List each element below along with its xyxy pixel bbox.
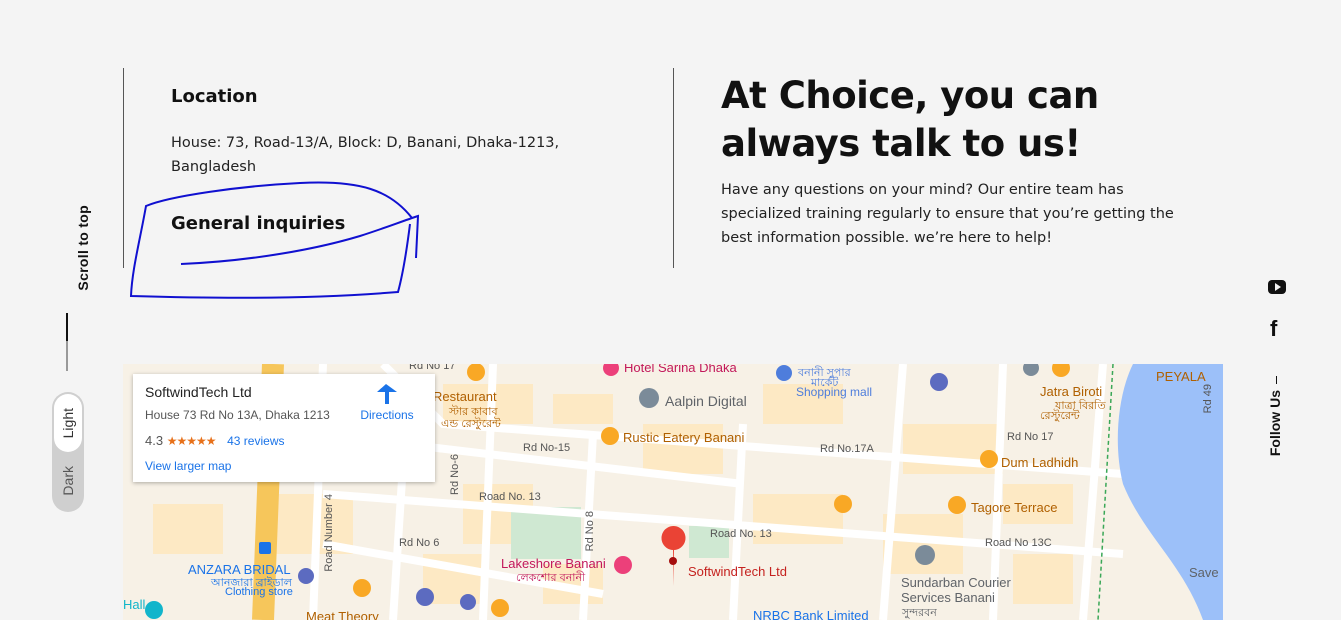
map-label-clothing: Clothing store: [225, 586, 293, 598]
map-label-hotel[interactable]: Hotel Sarina Dhaka: [624, 364, 737, 375]
scroll-to-top-label: Scroll to top: [75, 205, 91, 291]
directions-label: Directions: [360, 408, 414, 422]
place-address: House 73 Rd No 13A, Dhaka 1213: [145, 408, 330, 422]
road-label: Rd No-15: [523, 442, 571, 454]
hero-heading: At Choice, you can always talk to us!: [721, 72, 1181, 168]
youtube-icon[interactable]: [1268, 280, 1286, 294]
map-label-restaurant-bn2: এন্ড রেস্টুরেন্ট: [441, 418, 501, 430]
follow-us-panel: f Follow Us: [1265, 280, 1289, 480]
road-label: Road No 13C: [985, 537, 1052, 549]
map-label-sundarban[interactable]: Sundarban Courier: [901, 575, 1011, 590]
hero-section: At Choice, you can always talk to us! Ha…: [721, 72, 1181, 250]
map-label-dum[interactable]: Dum Ladhidh: [1001, 455, 1078, 470]
theme-dark-label: Dark: [60, 466, 76, 496]
theme-dark-option[interactable]: Dark: [54, 452, 82, 510]
left-column-divider: [123, 68, 124, 268]
map-label-sundarban2: Services Banani: [901, 590, 995, 605]
reviews-link[interactable]: 43 reviews: [227, 434, 284, 448]
follow-divider: [1276, 376, 1277, 384]
road-label: Rd No 17: [409, 364, 456, 372]
map-label-nrbc[interactable]: NRBC Bank Limited: [753, 608, 869, 620]
map-label-lakeshore-bn: লেকশোর বনানী: [516, 572, 586, 584]
hero-heading-line-2: always talk to us!: [721, 122, 1081, 165]
map-label-meat[interactable]: Meat Theory: [306, 609, 379, 620]
directions-button[interactable]: Directions: [357, 384, 417, 422]
embedded-map[interactable]: Hotel Sarina Dhaka Aalpin Digital Rustic…: [123, 364, 1223, 620]
scroll-to-top-button[interactable]: Scroll to top: [52, 205, 91, 375]
address-line-2: Bangladesh: [171, 159, 257, 175]
road-label: Road Number 4: [323, 494, 335, 572]
map-label-save[interactable]: Save: [1189, 565, 1219, 580]
road-label: Rd No 8: [584, 511, 596, 552]
map-label-sundarban-bn: সুন্দরবন: [902, 607, 937, 619]
map-label-aalpin[interactable]: Aalpin Digital: [665, 393, 747, 409]
contact-info: Location House: 73, Road-13/A, Block: D,…: [171, 86, 571, 258]
hero-heading-line-1: At Choice, you can: [721, 74, 1099, 117]
road-label: Road No. 13: [710, 528, 772, 540]
map-label-tagore[interactable]: Tagore Terrace: [971, 500, 1057, 515]
facebook-icon[interactable]: f: [1270, 318, 1277, 340]
rating-stars-icon: ★★★★★: [166, 434, 217, 448]
place-rating: 4.3 ★★★★★ 43 reviews: [145, 433, 284, 448]
follow-us-label: Follow Us: [1267, 390, 1283, 457]
directions-icon: [377, 384, 397, 404]
hero-body: Have any questions on your mind? Our ent…: [721, 182, 1174, 246]
map-label-restaurant[interactable]: Restaurant: [433, 389, 497, 404]
map-label-jatra-bn2: রেস্টুরেন্ট: [1040, 410, 1080, 422]
map-place-card: SoftwindTech Ltd House 73 Rd No 13A, Dha…: [133, 374, 435, 482]
map-label-hall[interactable]: Hall: [123, 597, 145, 612]
map-label-rustic[interactable]: Rustic Eatery Banani: [623, 430, 744, 445]
road-label: Rd No-6: [449, 454, 461, 495]
road-label: Road No. 13: [479, 491, 541, 503]
road-label: Rd No.17A: [820, 443, 874, 455]
right-column-divider: [673, 68, 674, 268]
map-label-shopping[interactable]: Shopping mall: [796, 385, 872, 399]
road-label: Rd No 6: [399, 537, 440, 549]
place-name: SoftwindTech Ltd: [145, 384, 252, 400]
road-label: Rd No 17: [1007, 431, 1054, 443]
theme-light-option[interactable]: Light: [54, 394, 82, 452]
scroll-progress-bar: [66, 313, 68, 371]
theme-toggle[interactable]: Light Dark: [52, 392, 84, 512]
view-larger-map-link[interactable]: View larger map: [145, 459, 231, 473]
general-inquiries-heading: General inquiries: [171, 213, 346, 234]
address-line-1: House: 73, Road-13/A, Block: D, Banani, …: [171, 135, 560, 151]
location-heading: Location: [171, 86, 258, 107]
road-label: Rd 49: [1202, 384, 1214, 414]
map-label-peyala[interactable]: PEYALA: [1156, 369, 1206, 384]
map-label-softwind[interactable]: SoftwindTech Ltd: [688, 564, 787, 579]
rating-value: 4.3: [145, 433, 164, 448]
theme-light-label: Light: [60, 407, 76, 439]
